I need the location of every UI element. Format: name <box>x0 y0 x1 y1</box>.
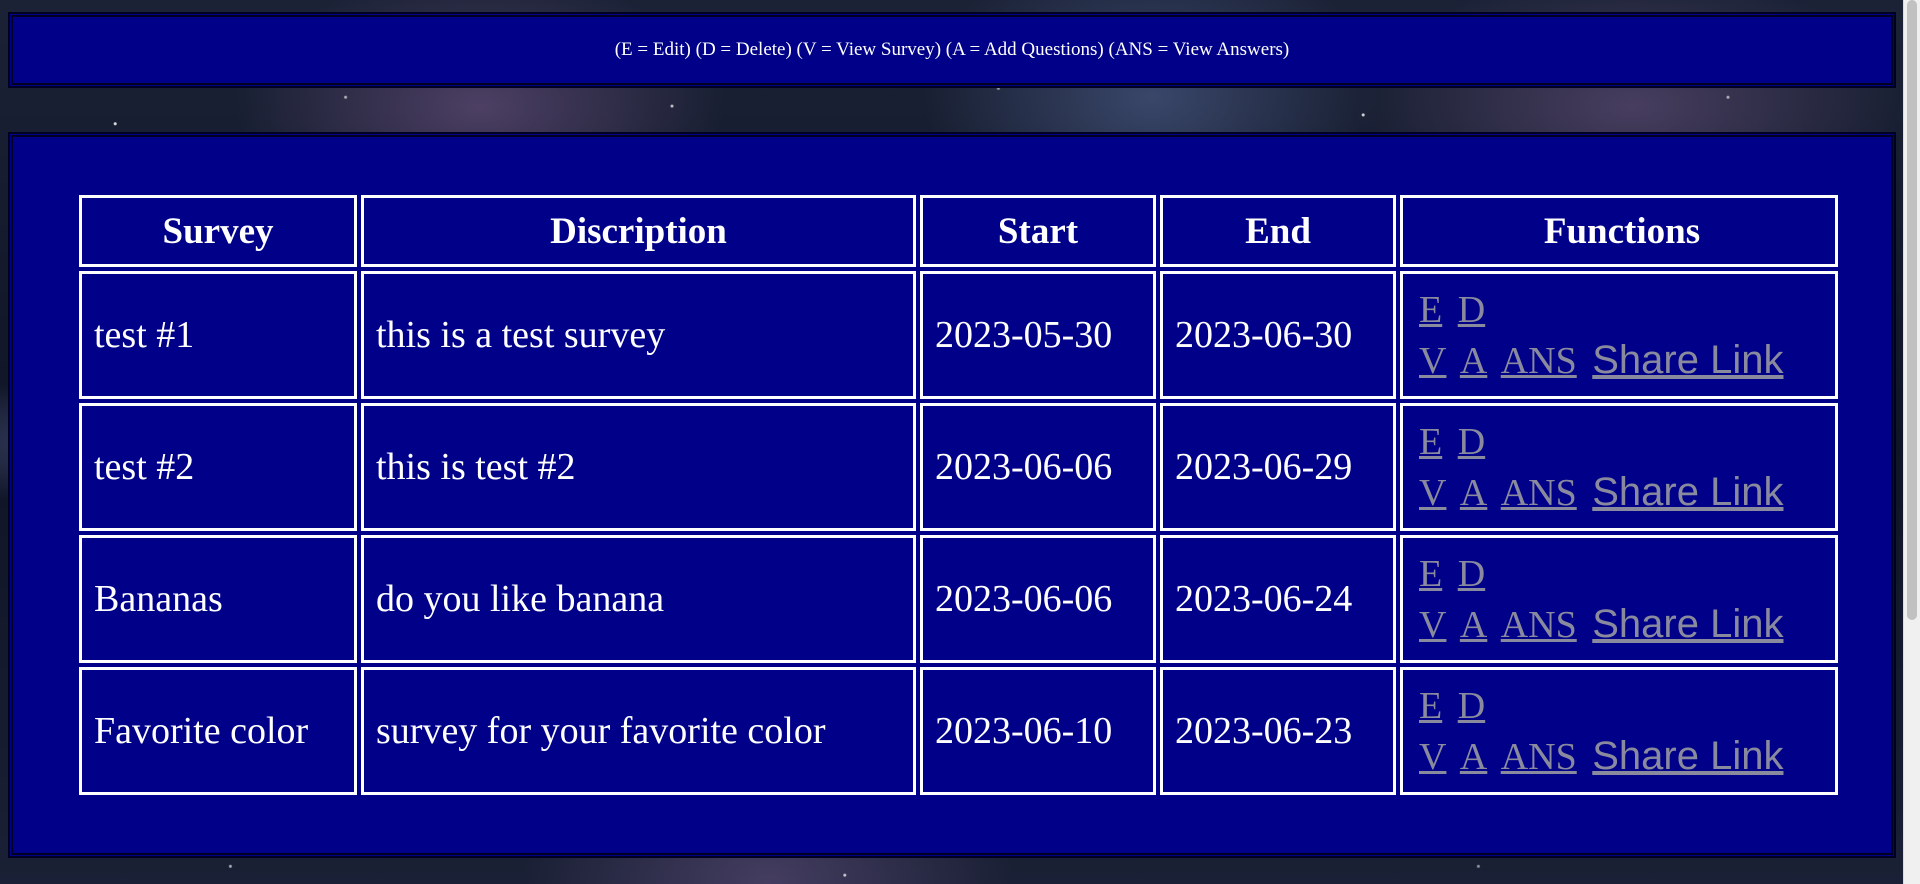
header-survey: Survey <box>79 195 357 267</box>
edit-link[interactable]: E <box>1419 421 1442 463</box>
start-date-cell: 2023-06-10 <box>920 667 1156 795</box>
view-survey-link[interactable]: V <box>1419 472 1446 514</box>
end-date-cell: 2023-06-29 <box>1160 403 1396 531</box>
survey-panel: Survey Discription Start End Functions t… <box>8 132 1896 858</box>
legend-text: (E = Edit) (D = Delete) (V = View Survey… <box>614 39 1290 60</box>
functions-cell: E D V A ANS Share Link <box>1400 403 1838 531</box>
delete-link[interactable]: D <box>1458 289 1485 331</box>
description-cell: this is a test survey <box>361 271 916 399</box>
vertical-scrollbar[interactable] <box>1903 0 1920 884</box>
view-answers-link[interactable]: ANS <box>1501 340 1577 382</box>
table-row: Favorite color survey for your favorite … <box>79 667 1838 795</box>
edit-link[interactable]: E <box>1419 685 1442 727</box>
share-link[interactable]: Share Link <box>1592 602 1783 646</box>
start-date-cell: 2023-05-30 <box>920 271 1156 399</box>
view-survey-link[interactable]: V <box>1419 340 1446 382</box>
edit-link[interactable]: E <box>1419 553 1442 595</box>
table-row: test #2 this is test #2 2023-06-06 2023-… <box>79 403 1838 531</box>
add-questions-link[interactable]: A <box>1460 604 1487 646</box>
survey-name-cell: test #1 <box>79 271 357 399</box>
delete-link[interactable]: D <box>1458 553 1485 595</box>
view-answers-link[interactable]: ANS <box>1501 472 1577 514</box>
view-answers-link[interactable]: ANS <box>1501 736 1577 778</box>
view-survey-link[interactable]: V <box>1419 736 1446 778</box>
functions-cell: E D V A ANS Share Link <box>1400 271 1838 399</box>
survey-name-cell: test #2 <box>79 403 357 531</box>
header-end: End <box>1160 195 1396 267</box>
header-functions: Functions <box>1400 195 1838 267</box>
survey-table: Survey Discription Start End Functions t… <box>75 191 1842 799</box>
description-cell: this is test #2 <box>361 403 916 531</box>
header-start: Start <box>920 195 1156 267</box>
share-link[interactable]: Share Link <box>1592 338 1783 382</box>
view-answers-link[interactable]: ANS <box>1501 604 1577 646</box>
share-link[interactable]: Share Link <box>1592 734 1783 778</box>
end-date-cell: 2023-06-24 <box>1160 535 1396 663</box>
delete-link[interactable]: D <box>1458 421 1485 463</box>
delete-link[interactable]: D <box>1458 685 1485 727</box>
edit-link[interactable]: E <box>1419 289 1442 331</box>
add-questions-link[interactable]: A <box>1460 736 1487 778</box>
description-cell: do you like banana <box>361 535 916 663</box>
description-cell: survey for your favorite color <box>361 667 916 795</box>
table-row: test #1 this is a test survey 2023-05-30… <box>79 271 1838 399</box>
header-description: Discription <box>361 195 916 267</box>
survey-name-cell: Bananas <box>79 535 357 663</box>
start-date-cell: 2023-06-06 <box>920 535 1156 663</box>
view-survey-link[interactable]: V <box>1419 604 1446 646</box>
legend-panel: (E = Edit) (D = Delete) (V = View Survey… <box>8 12 1896 88</box>
add-questions-link[interactable]: A <box>1460 472 1487 514</box>
functions-cell: E D V A ANS Share Link <box>1400 667 1838 795</box>
scrollbar-thumb[interactable] <box>1907 0 1917 620</box>
end-date-cell: 2023-06-30 <box>1160 271 1396 399</box>
table-header-row: Survey Discription Start End Functions <box>79 195 1838 267</box>
table-row: Bananas do you like banana 2023-06-06 20… <box>79 535 1838 663</box>
survey-name-cell: Favorite color <box>79 667 357 795</box>
end-date-cell: 2023-06-23 <box>1160 667 1396 795</box>
add-questions-link[interactable]: A <box>1460 340 1487 382</box>
functions-cell: E D V A ANS Share Link <box>1400 535 1838 663</box>
share-link[interactable]: Share Link <box>1592 470 1783 514</box>
start-date-cell: 2023-06-06 <box>920 403 1156 531</box>
